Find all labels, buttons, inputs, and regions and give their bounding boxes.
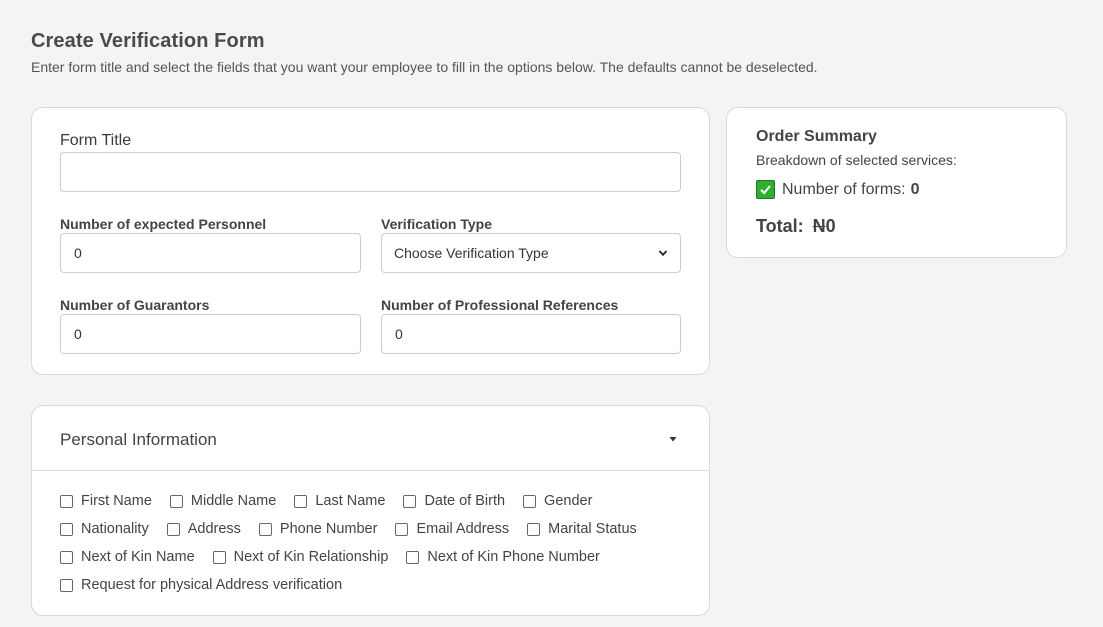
checkbox[interactable] bbox=[60, 522, 73, 536]
references-label: Number of Professional References bbox=[381, 297, 619, 313]
field-label: Email Address bbox=[416, 521, 510, 537]
field-label: Address bbox=[187, 521, 241, 537]
total-label: Total: bbox=[756, 216, 804, 236]
verification-type-select[interactable]: Choose Verification Type bbox=[381, 233, 681, 273]
checkbox[interactable] bbox=[60, 578, 73, 592]
field-row: First Name Middle Name Last Name Date of… bbox=[60, 493, 610, 509]
personal-information-header[interactable]: Personal Information bbox=[32, 406, 709, 471]
verification-type-value: Choose Verification Type bbox=[394, 245, 549, 261]
checkbox[interactable] bbox=[258, 522, 272, 536]
checkbox[interactable] bbox=[395, 522, 409, 536]
field-label: Phone Number bbox=[279, 521, 378, 537]
currency-symbol: N bbox=[812, 216, 826, 236]
field-next-of-kin-name[interactable]: Next of Kin Name bbox=[60, 549, 195, 565]
field-middle-name[interactable]: Middle Name bbox=[169, 493, 277, 509]
field-nationality[interactable]: Nationality bbox=[60, 521, 149, 537]
forms-count-row: Number of forms: 0 bbox=[756, 180, 920, 199]
personnel-label: Number of expected Personnel bbox=[60, 216, 267, 232]
field-row: Next of Kin Name Next of Kin Relationshi… bbox=[60, 549, 618, 565]
field-label: Request for physical Address verificatio… bbox=[81, 577, 343, 593]
summary-total: Total: N0 bbox=[756, 216, 836, 237]
field-label: Marital Status bbox=[548, 521, 637, 537]
page-title: Create Verification Form bbox=[31, 30, 265, 52]
field-row: Nationality Address Phone Number Email A… bbox=[60, 521, 655, 537]
guarantors-label: Number of Guarantors bbox=[60, 297, 210, 313]
field-address[interactable]: Address bbox=[166, 521, 241, 537]
forms-count-value: 0 bbox=[910, 180, 920, 198]
form-title-label: Form Title bbox=[60, 132, 132, 149]
verification-type-label: Verification Type bbox=[381, 216, 492, 232]
form-title-input[interactable] bbox=[60, 152, 681, 192]
field-last-name[interactable]: Last Name bbox=[294, 493, 385, 509]
field-row: Request for physical Address verificatio… bbox=[60, 577, 360, 593]
field-label: Middle Name bbox=[190, 493, 277, 509]
references-input[interactable] bbox=[381, 314, 681, 354]
page-subtitle: Enter form title and select the fields t… bbox=[31, 59, 818, 75]
checkbox[interactable] bbox=[212, 550, 226, 564]
checkbox[interactable] bbox=[60, 494, 73, 508]
field-label: Next of Kin Name bbox=[81, 549, 195, 565]
field-address-verification[interactable]: Request for physical Address verificatio… bbox=[60, 577, 342, 593]
field-label: Last Name bbox=[315, 493, 386, 509]
summary-subtitle: Breakdown of selected services: bbox=[756, 152, 957, 168]
field-marital-status[interactable]: Marital Status bbox=[527, 521, 637, 537]
field-next-of-kin-phone[interactable]: Next of Kin Phone Number bbox=[406, 549, 600, 565]
checkbox[interactable] bbox=[403, 494, 417, 508]
order-summary-card: Order Summary Breakdown of selected serv… bbox=[726, 107, 1067, 258]
field-label: Next of Kin Phone Number bbox=[427, 549, 600, 565]
checkbox[interactable] bbox=[406, 550, 420, 564]
field-label: First Name bbox=[81, 493, 152, 509]
checkbox[interactable] bbox=[166, 522, 180, 536]
personal-information-card: Personal Information First Name Middle N… bbox=[31, 405, 710, 616]
forms-count-label: Number of forms: bbox=[782, 180, 906, 198]
checkbox[interactable] bbox=[523, 494, 537, 508]
checkbox[interactable] bbox=[527, 522, 541, 536]
field-email-address[interactable]: Email Address bbox=[395, 521, 509, 537]
field-label: Gender bbox=[544, 493, 593, 509]
personnel-input[interactable] bbox=[60, 233, 361, 273]
caret-down-icon[interactable] bbox=[669, 435, 677, 443]
guarantors-input[interactable] bbox=[60, 314, 361, 354]
summary-title: Order Summary bbox=[756, 128, 877, 145]
personal-information-title: Personal Information bbox=[60, 430, 217, 449]
form-details-card: Form Title Number of expected Personnel … bbox=[31, 107, 710, 375]
field-label: Nationality bbox=[81, 521, 149, 537]
checkbox[interactable] bbox=[60, 550, 73, 564]
field-first-name[interactable]: First Name bbox=[60, 493, 152, 509]
field-label: Date of Birth bbox=[424, 493, 506, 509]
checkbox[interactable] bbox=[169, 494, 183, 508]
total-value: 0 bbox=[825, 216, 836, 236]
check-icon bbox=[756, 180, 775, 199]
field-date-of-birth[interactable]: Date of Birth bbox=[403, 493, 505, 509]
chevron-down-icon bbox=[658, 250, 668, 257]
checkbox[interactable] bbox=[294, 494, 308, 508]
field-phone-number[interactable]: Phone Number bbox=[258, 521, 378, 537]
field-next-of-kin-relationship[interactable]: Next of Kin Relationship bbox=[212, 549, 389, 565]
field-label: Next of Kin Relationship bbox=[233, 549, 389, 565]
field-gender[interactable]: Gender bbox=[523, 493, 592, 509]
